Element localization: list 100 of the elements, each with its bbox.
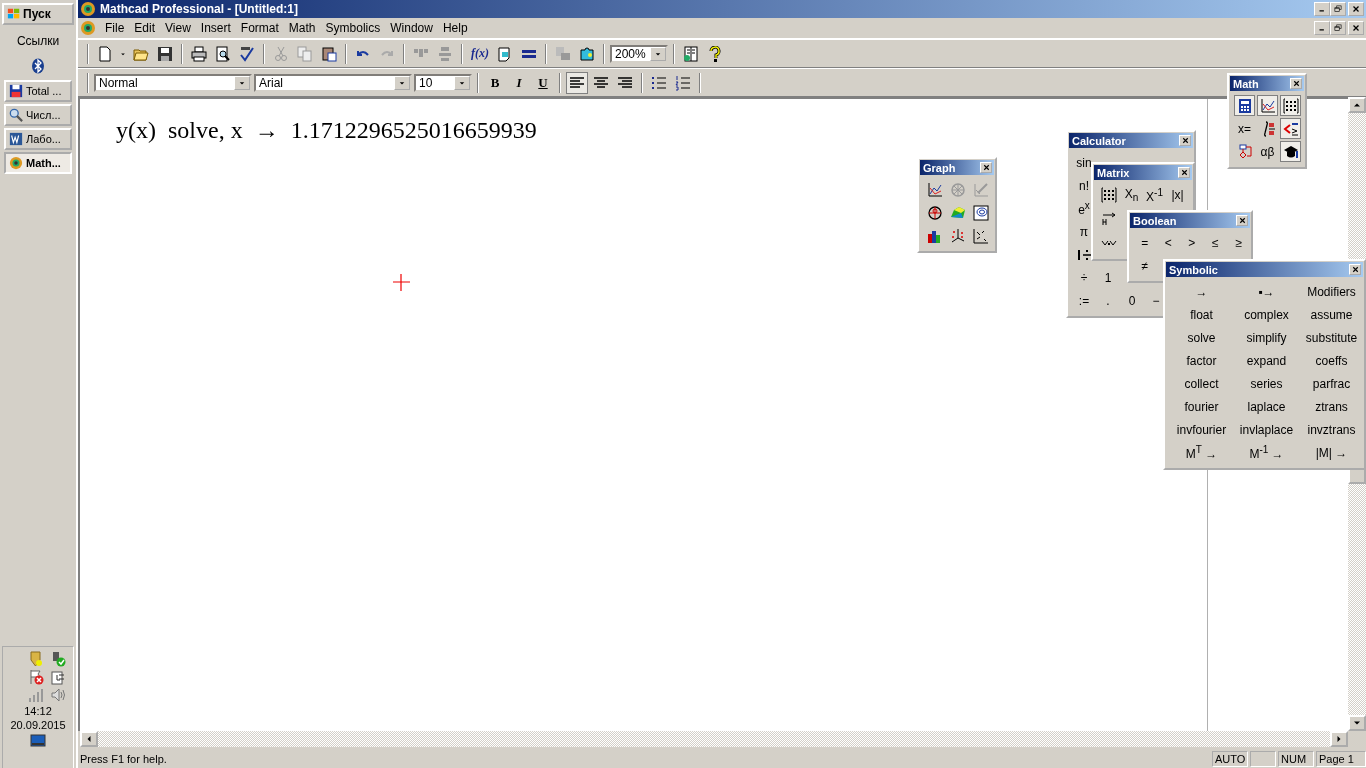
minimize-button[interactable]	[1314, 2, 1330, 16]
palette-button[interactable]: X$_{n}$	[1121, 184, 1142, 206]
scroll-right-button[interactable]	[1330, 731, 1348, 747]
palette-button[interactable]: M$^{T}$ →	[1170, 442, 1233, 463]
plug-check-icon[interactable]	[50, 651, 66, 667]
close-button[interactable]	[1236, 215, 1248, 226]
graph-button[interactable]	[1257, 95, 1278, 116]
palette-title-bar[interactable]: Math	[1230, 76, 1304, 91]
palette-title-bar[interactable]: Boolean	[1130, 213, 1250, 228]
palette-button[interactable]: n!	[1073, 175, 1095, 196]
italic-button[interactable]: I	[508, 71, 530, 94]
palette-button[interactable]: →	[1170, 281, 1233, 302]
palette-title-bar[interactable]: Graph	[920, 160, 994, 175]
palette-button[interactable]: laplace	[1235, 396, 1298, 417]
style-dropdown[interactable]: Normal	[94, 73, 252, 92]
speaker-icon[interactable]	[50, 687, 66, 703]
bold-button[interactable]: B	[484, 71, 506, 94]
menu-item[interactable]: Insert	[195, 21, 236, 35]
palette-button[interactable]: solve	[1170, 327, 1233, 348]
taskbar-button[interactable]: Math...	[4, 152, 72, 174]
palette-button[interactable]: invfourier	[1170, 419, 1233, 440]
scroll-left-button[interactable]	[80, 731, 98, 747]
palette-button[interactable]: <	[1157, 232, 1179, 253]
flag-error-icon[interactable]	[28, 669, 44, 685]
close-button[interactable]	[1290, 78, 1302, 89]
palette-button[interactable]: |x|	[1167, 184, 1188, 206]
palette-button[interactable]: collect	[1170, 373, 1233, 394]
palette-button[interactable]: e$^{x}$	[1073, 198, 1095, 219]
close-icon	[1237, 216, 1247, 225]
minimize-button[interactable]	[1314, 21, 1330, 35]
palette-button[interactable]: 1	[1097, 267, 1119, 288]
menu-item[interactable]: View	[160, 21, 196, 35]
font-size-dropdown[interactable]: 10	[414, 73, 472, 92]
palette-button[interactable]: ≠	[1134, 255, 1156, 276]
close-button[interactable]	[1349, 264, 1361, 275]
palette-button[interactable]: float	[1170, 304, 1233, 325]
close-button[interactable]	[1348, 21, 1364, 35]
zoom-dropdown[interactable]: 200%	[610, 44, 668, 63]
menu-item[interactable]: Math	[283, 21, 321, 35]
restore-button[interactable]	[1330, 21, 1346, 35]
palette-button[interactable]: =	[1134, 232, 1156, 253]
matrix-button[interactable]	[1280, 95, 1301, 116]
palette-button[interactable]: .	[1097, 290, 1119, 311]
contour-plot-button[interactable]	[970, 202, 991, 223]
palette-button[interactable]: simplify	[1235, 327, 1298, 348]
palette-button[interactable]: fourier	[1170, 396, 1233, 417]
menu-item[interactable]: Format	[235, 21, 284, 35]
palette-button[interactable]: >	[1181, 232, 1203, 253]
math-expression[interactable]: y(x) solve, x → 1.1712296525016659939	[116, 117, 537, 144]
scroll-up-button[interactable]	[1348, 97, 1366, 113]
menu-item[interactable]: Symbolics	[320, 21, 386, 35]
menu-item[interactable]: Help	[437, 21, 473, 35]
menu-item[interactable]: Window	[385, 21, 438, 35]
underline-button[interactable]: U	[532, 71, 554, 94]
palette-button[interactable]: π	[1073, 221, 1095, 242]
palette-title: Calculator	[1072, 134, 1126, 147]
close-button[interactable]	[980, 162, 992, 173]
power-plug-icon[interactable]	[50, 669, 66, 685]
align-left-button[interactable]	[566, 71, 588, 94]
palette-button[interactable]: sin	[1073, 152, 1095, 173]
palette-button[interactable]: M$^{-1}$ →	[1235, 442, 1298, 463]
palette-button[interactable]: x=	[1234, 118, 1255, 139]
palette-button[interactable]: :=	[1073, 290, 1095, 311]
close-button[interactable]	[1178, 167, 1190, 178]
insert-function-button[interactable]: f(x)	[468, 42, 492, 65]
palette-title-bar[interactable]: Calculator	[1069, 133, 1193, 148]
palette-button[interactable]: factor	[1170, 350, 1233, 371]
menu-item[interactable]: File	[100, 21, 130, 35]
taskbar-button[interactable]: Total ...	[4, 80, 72, 102]
graduation-cap-button[interactable]	[1280, 141, 1301, 162]
shield-icon[interactable]	[28, 651, 44, 667]
close-button[interactable]	[1179, 135, 1191, 146]
taskbar-button[interactable]: Лабо...	[4, 128, 72, 150]
bluetooth-icon[interactable]	[30, 58, 46, 74]
restore-button[interactable]	[1330, 2, 1346, 16]
palette-button[interactable]: X$^{-1}$	[1144, 184, 1165, 206]
start-button[interactable]: Пуск	[2, 3, 74, 25]
scroll-down-button[interactable]	[1348, 715, 1366, 731]
palette-button[interactable]: ▪→	[1235, 281, 1298, 302]
palette-title-bar[interactable]: Matrix	[1094, 165, 1192, 180]
palette-button[interactable]: series	[1235, 373, 1298, 394]
palette-button[interactable]: ≥	[1228, 232, 1250, 253]
palette-title-bar[interactable]: Symbolic	[1166, 262, 1363, 277]
palette-button[interactable]: expand	[1235, 350, 1298, 371]
matrix-button[interactable]	[1098, 184, 1119, 206]
taskbar-button[interactable]: Числ...	[4, 104, 72, 126]
calculator-button[interactable]	[1234, 95, 1255, 116]
palette-button[interactable]: ≤	[1204, 232, 1226, 253]
close-button[interactable]	[1348, 2, 1364, 16]
palette-button[interactable]: −	[1145, 290, 1167, 311]
align-right-icon	[617, 74, 633, 91]
desktop-icon[interactable]	[30, 733, 46, 749]
font-dropdown[interactable]: Arial	[254, 73, 412, 92]
palette-button[interactable]: invlaplace	[1235, 419, 1298, 440]
palette-button[interactable]: ÷	[1073, 267, 1095, 288]
menu-item[interactable]: Edit	[129, 21, 161, 35]
palette-button[interactable]: complex	[1235, 304, 1298, 325]
comparison-button[interactable]	[1280, 118, 1301, 139]
palette-button[interactable]: 0	[1121, 290, 1143, 311]
palette-button[interactable]: αβ	[1257, 141, 1278, 162]
